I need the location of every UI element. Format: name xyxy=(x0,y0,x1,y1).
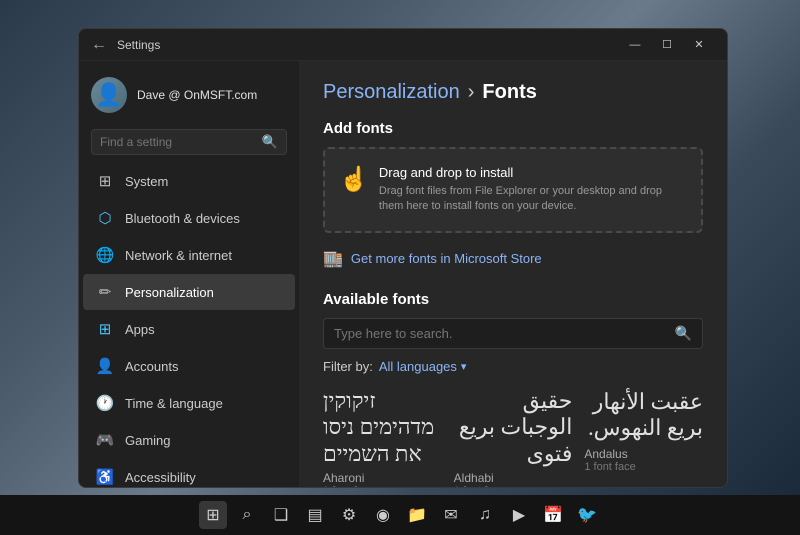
sidebar-item-network[interactable]: 🌐 Network & internet xyxy=(83,237,295,273)
taskbar-icon-widgets[interactable]: ▤ xyxy=(301,501,329,529)
taskbar-icon-search[interactable]: ⌕ xyxy=(233,501,261,529)
font-name-2: Andalus xyxy=(584,447,703,461)
taskbar-icons: ⊞⌕❑▤⚙◉📁✉♫▶📅🐦 xyxy=(199,501,601,529)
nav-label-network: Network & internet xyxy=(125,248,232,263)
font-preview-row: זיקוקין מדהימים ניסו את השמייםAharoni1 f… xyxy=(323,388,703,487)
user-name: Dave @ OnMSFT.com xyxy=(137,88,257,102)
search-box[interactable]: 🔍 xyxy=(91,129,287,155)
store-icon: 🏬 xyxy=(323,249,343,269)
taskbar-icon-youtube[interactable]: ▶ xyxy=(505,501,533,529)
nav-label-accessibility: Accessibility xyxy=(125,470,196,485)
sidebar-item-accessibility[interactable]: ♿ Accessibility xyxy=(83,459,295,487)
taskbar-icon-calendar[interactable]: 📅 xyxy=(539,501,567,529)
nav-icon-accounts: 👤 xyxy=(95,356,115,376)
font-name-1: Aldhabi xyxy=(454,471,573,485)
filter-label: Filter by: xyxy=(323,359,373,374)
taskbar-icon-spotify[interactable]: ♫ xyxy=(471,501,499,529)
sidebar-item-time[interactable]: 🕐 Time & language xyxy=(83,385,295,421)
search-icon: 🔍 xyxy=(262,134,278,150)
filter-value-text: All languages xyxy=(379,359,457,374)
filter-row: Filter by: All languages ▾ xyxy=(323,359,703,374)
nav-label-gaming: Gaming xyxy=(125,433,171,448)
nav-label-bluetooth: Bluetooth & devices xyxy=(125,211,240,226)
nav-icon-bluetooth: ⬡ xyxy=(95,208,115,228)
nav-icon-time: 🕐 xyxy=(95,393,115,413)
taskbar-icon-start[interactable]: ⊞ xyxy=(199,501,227,529)
taskbar-icon-explorer[interactable]: 📁 xyxy=(403,501,431,529)
user-profile[interactable]: 👤 Dave @ OnMSFT.com xyxy=(79,69,299,125)
breadcrumb: Personalization › Fonts xyxy=(323,81,703,104)
avatar: 👤 xyxy=(91,77,127,113)
taskbar-icon-settings-tb[interactable]: ⚙ xyxy=(335,501,363,529)
font-faces-2: 1 font face xyxy=(584,461,703,473)
drop-text: Drag and drop to install Drag font files… xyxy=(379,165,687,215)
main-content: Personalization › Fonts Add fonts ☝ Drag… xyxy=(299,61,727,487)
sidebar-item-accounts[interactable]: 👤 Accounts xyxy=(83,348,295,384)
taskbar: ⊞⌕❑▤⚙◉📁✉♫▶📅🐦 xyxy=(0,495,800,535)
font-search-box[interactable]: 🔍 xyxy=(323,318,703,349)
title-bar: ← Settings — ☐ ✕ xyxy=(79,29,727,61)
back-button[interactable]: ← xyxy=(91,36,107,54)
sidebar: 👤 Dave @ OnMSFT.com 🔍 ⊞ System ⬡ Bluetoo… xyxy=(79,61,299,487)
drop-description: Drag font files from File Explorer or yo… xyxy=(379,184,687,215)
font-name-0: Aharoni xyxy=(323,471,442,485)
font-card-0[interactable]: זיקוקין מדהימים ניסו את השמיים Aharoni1 f… xyxy=(323,388,442,487)
minimize-button[interactable]: — xyxy=(619,29,651,61)
breadcrumb-separator: › xyxy=(468,81,475,104)
close-button[interactable]: ✕ xyxy=(683,29,715,61)
store-link[interactable]: 🏬 Get more fonts in Microsoft Store xyxy=(323,243,703,275)
nav-icon-gaming: 🎮 xyxy=(95,430,115,450)
taskbar-icon-mail[interactable]: ✉ xyxy=(437,501,465,529)
nav-icon-network: 🌐 xyxy=(95,245,115,265)
nav-label-time: Time & language xyxy=(125,396,223,411)
nav-label-accounts: Accounts xyxy=(125,359,178,374)
font-preview-text-2: عقبت الأنهار بريع النهوس. xyxy=(584,388,703,443)
font-preview-text-1: حقيق الوجبات بريع فتوى xyxy=(454,388,573,467)
nav-icon-personalization: ✏ xyxy=(95,282,115,302)
font-search-input[interactable] xyxy=(334,326,675,341)
nav-label-personalization: Personalization xyxy=(125,285,214,300)
sidebar-item-apps[interactable]: ⊞ Apps xyxy=(83,311,295,347)
sidebar-item-gaming[interactable]: 🎮 Gaming xyxy=(83,422,295,458)
add-fonts-title: Add fonts xyxy=(323,120,703,137)
font-faces-1: 1 font face xyxy=(454,485,573,487)
maximize-button[interactable]: ☐ xyxy=(651,29,683,61)
nav-label-system: System xyxy=(125,174,168,189)
nav-label-apps: Apps xyxy=(125,322,155,337)
window-controls: — ☐ ✕ xyxy=(619,29,715,61)
content-area: 👤 Dave @ OnMSFT.com 🔍 ⊞ System ⬡ Bluetoo… xyxy=(79,61,727,487)
sidebar-item-bluetooth[interactable]: ⬡ Bluetooth & devices xyxy=(83,200,295,236)
drop-title: Drag and drop to install xyxy=(379,165,687,180)
font-card-2[interactable]: عقبت الأنهار بريع النهوس. Andalus1 font f… xyxy=(584,388,703,487)
taskbar-icon-taskview[interactable]: ❑ xyxy=(267,501,295,529)
available-fonts-section: Available fonts 🔍 Filter by: All languag… xyxy=(323,291,703,487)
nav-icon-system: ⊞ xyxy=(95,171,115,191)
font-preview-text-0: זיקוקין מדהימים ניסו את השמיים xyxy=(323,388,442,467)
taskbar-icon-twitter[interactable]: 🐦 xyxy=(573,501,601,529)
sidebar-item-system[interactable]: ⊞ System xyxy=(83,163,295,199)
available-fonts-title: Available fonts xyxy=(323,291,703,308)
taskbar-icon-edge[interactable]: ◉ xyxy=(369,501,397,529)
font-card-1[interactable]: حقيق الوجبات بريع فتوى Aldhabi1 font face xyxy=(454,388,573,487)
chevron-down-icon: ▾ xyxy=(461,360,467,373)
filter-dropdown[interactable]: All languages ▾ xyxy=(379,359,467,374)
font-search-icon: 🔍 xyxy=(675,325,692,342)
breadcrumb-parent[interactable]: Personalization xyxy=(323,81,460,104)
nav-icon-accessibility: ♿ xyxy=(95,467,115,487)
nav-list: ⊞ System ⬡ Bluetooth & devices 🌐 Network… xyxy=(79,163,299,487)
drop-icon: ☝ xyxy=(339,165,369,194)
breadcrumb-current: Fonts xyxy=(482,81,536,104)
font-faces-0: 1 font face xyxy=(323,485,442,487)
window-title: Settings xyxy=(117,38,160,52)
store-link-text: Get more fonts in Microsoft Store xyxy=(351,251,542,266)
sidebar-item-personalization[interactable]: ✏ Personalization xyxy=(83,274,295,310)
search-input[interactable] xyxy=(100,135,262,149)
drop-zone[interactable]: ☝ Drag and drop to install Drag font fil… xyxy=(323,147,703,233)
nav-icon-apps: ⊞ xyxy=(95,319,115,339)
settings-window: ← Settings — ☐ ✕ 👤 Dave @ OnMSFT.com 🔍 xyxy=(78,28,728,488)
